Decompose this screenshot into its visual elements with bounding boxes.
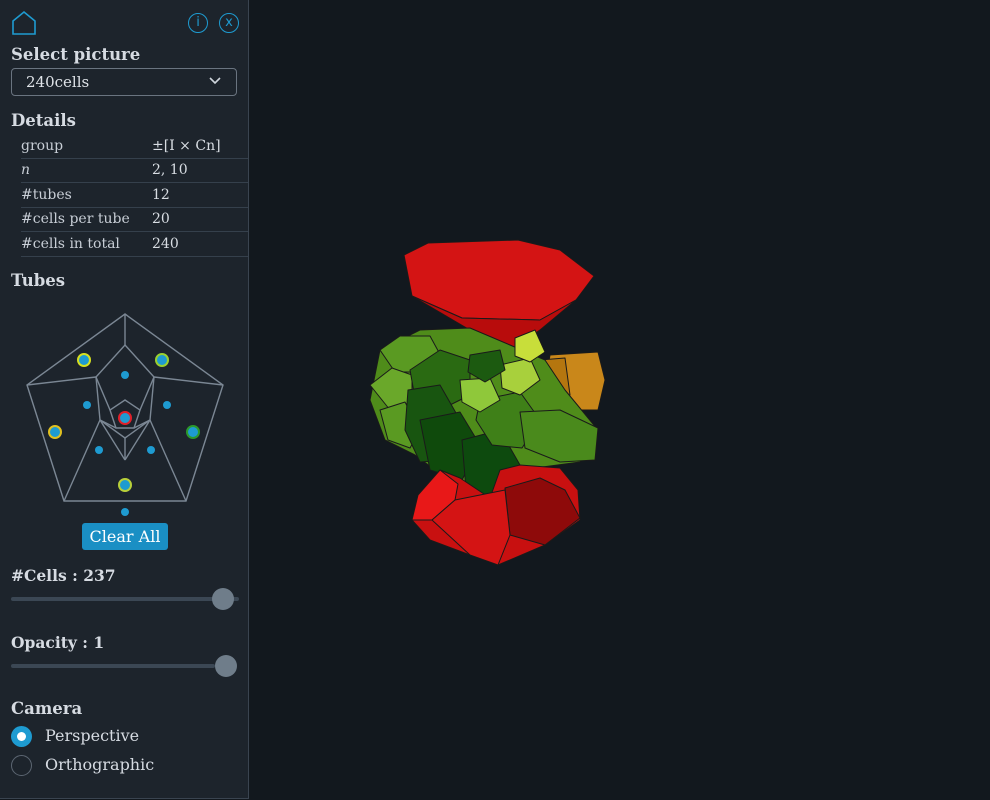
detail-value: 2, 10 [152,158,248,183]
detail-key: n [21,158,152,183]
3d-viewport[interactable] [360,230,620,570]
cells-slider-thumb[interactable] [212,588,234,610]
opacity-slider-thumb[interactable] [215,655,237,677]
panel-header: i x [11,10,241,38]
tubes-selector[interactable] [22,310,228,522]
tube-dot-selected[interactable] [77,353,91,367]
tube-dot-selected[interactable] [186,425,200,439]
select-picture-heading: Select picture [11,45,141,64]
detail-key: group [21,134,152,159]
perspective-radio[interactable] [11,726,32,747]
detail-key: #tubes [21,182,152,208]
detail-value: 20 [152,207,248,232]
tube-dot[interactable] [147,446,155,454]
info-icon[interactable]: i [188,13,208,33]
orthographic-label[interactable]: Orthographic [45,755,154,774]
picture-select-value: 240cells [26,73,90,91]
opacity-slider[interactable] [11,664,215,668]
detail-value: ±[I × Cn] [152,134,248,159]
details-table: group ±[I × Cn] n 2, 10 #tubes 12 #cells… [21,134,248,257]
tube-dot-selected[interactable] [155,353,169,367]
clear-all-button[interactable]: Clear All [82,523,168,550]
camera-heading: Camera [11,699,83,718]
detail-key: #cells in total [21,231,152,257]
detail-value: 240 [152,231,248,257]
orthographic-radio[interactable] [11,755,32,776]
detail-key: #cells per tube [21,207,152,232]
picture-select[interactable]: 240cells [11,68,237,96]
tube-dot[interactable] [163,401,171,409]
close-icon[interactable]: x [219,13,239,33]
tube-dot[interactable] [95,446,103,454]
detail-value: 12 [152,182,248,208]
home-icon[interactable] [11,10,37,36]
tube-dots[interactable] [48,353,200,516]
cells-slider-label: #Cells : 237 [11,566,116,585]
tube-dot-selected[interactable] [118,411,132,425]
table-row: n 2, 10 [21,158,248,183]
tube-dot[interactable] [121,371,129,379]
table-row: #cells in total 240 [21,231,248,257]
cells-slider[interactable] [11,597,239,601]
table-row: group ±[I × Cn] [21,134,248,159]
details-heading: Details [11,111,76,130]
table-row: #tubes 12 [21,182,248,208]
control-panel: i x Select picture 240cells Details grou… [0,0,249,799]
table-row: #cells per tube 20 [21,207,248,232]
tube-dot-selected[interactable] [118,478,132,492]
tube-dot-selected[interactable] [48,425,62,439]
tubes-heading: Tubes [11,271,66,290]
perspective-label[interactable]: Perspective [45,726,139,745]
tube-dot[interactable] [83,401,91,409]
chevron-down-icon [209,77,221,85]
tube-dot[interactable] [121,508,129,516]
opacity-slider-label: Opacity : 1 [11,633,105,652]
